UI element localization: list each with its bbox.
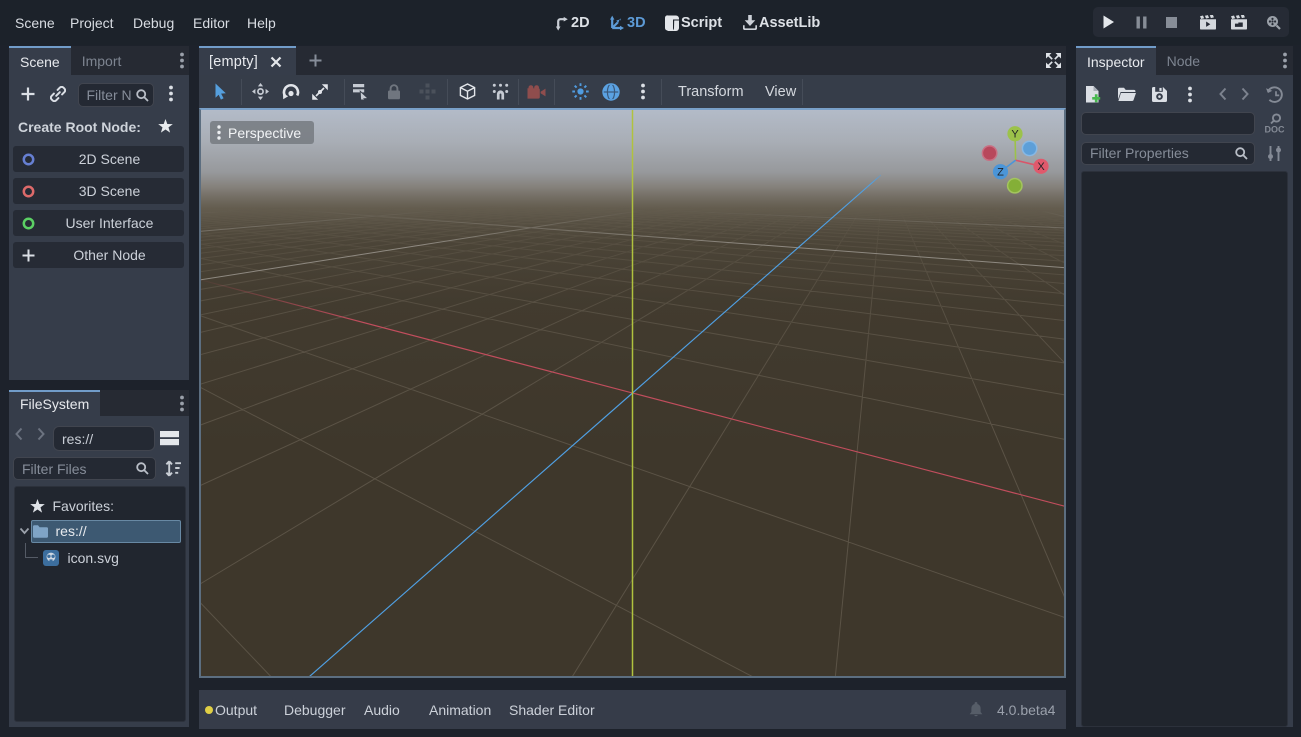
svg-text:Z: Z <box>997 167 1004 179</box>
svg-text:Y: Y <box>1011 129 1019 141</box>
svg-text:X: X <box>1037 161 1045 173</box>
svg-text:DOC: DOC <box>1265 125 1286 135</box>
